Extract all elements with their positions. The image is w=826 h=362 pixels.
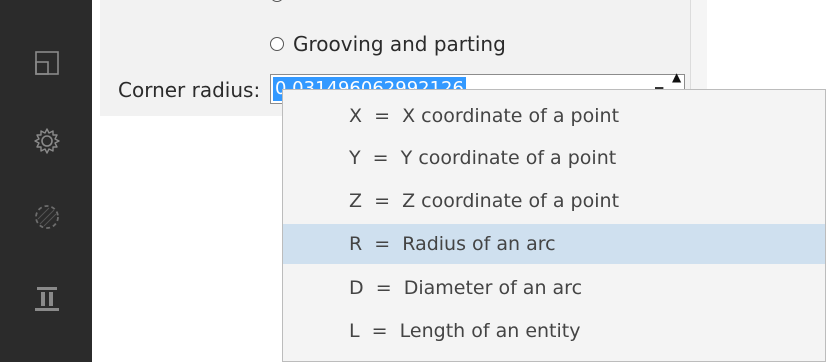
radio-option-partial[interactable]: [270, 0, 293, 2]
dropdown-item-d[interactable]: D = Diameter of an arc: [283, 268, 825, 308]
radio-option-grooving[interactable]: Grooving and parting: [270, 32, 506, 56]
dropdown-item-label: L = Length of an entity: [349, 320, 581, 342]
sidebar: [0, 0, 92, 362]
circle-dashed-icon[interactable]: [30, 200, 64, 234]
radio-button[interactable]: [270, 37, 284, 51]
dropdown-item-r[interactable]: R = Radius of an arc: [283, 224, 825, 264]
corner-radius-label: Corner radius:: [118, 78, 261, 102]
dropdown-item-label: D = Diameter of an arc: [349, 277, 583, 299]
dropdown-item-label: R = Radius of an arc: [349, 233, 556, 255]
radio-button[interactable]: [270, 0, 284, 2]
variable-dropdown[interactable]: X = X coordinate of a point Y = Y coordi…: [282, 89, 826, 362]
layout-icon[interactable]: [30, 46, 64, 80]
dropdown-item-z[interactable]: Z = Z coordinate of a point: [283, 181, 825, 221]
dropdown-item-label: Y = Y coordinate of a point: [349, 147, 617, 169]
dropdown-item-y[interactable]: Y = Y coordinate of a point: [283, 138, 825, 178]
gear-icon[interactable]: [30, 124, 64, 158]
dropdown-item-x[interactable]: X = X coordinate of a point: [283, 96, 825, 136]
tool-icon[interactable]: [30, 282, 64, 316]
radio-label: Grooving and parting: [293, 32, 506, 56]
spin-up-icon[interactable]: ▲: [672, 70, 681, 84]
dropdown-item-label: Z = Z coordinate of a point: [349, 190, 620, 212]
dropdown-item-l[interactable]: L = Length of an entity: [283, 311, 825, 351]
dropdown-item-label: X = X coordinate of a point: [349, 105, 620, 127]
